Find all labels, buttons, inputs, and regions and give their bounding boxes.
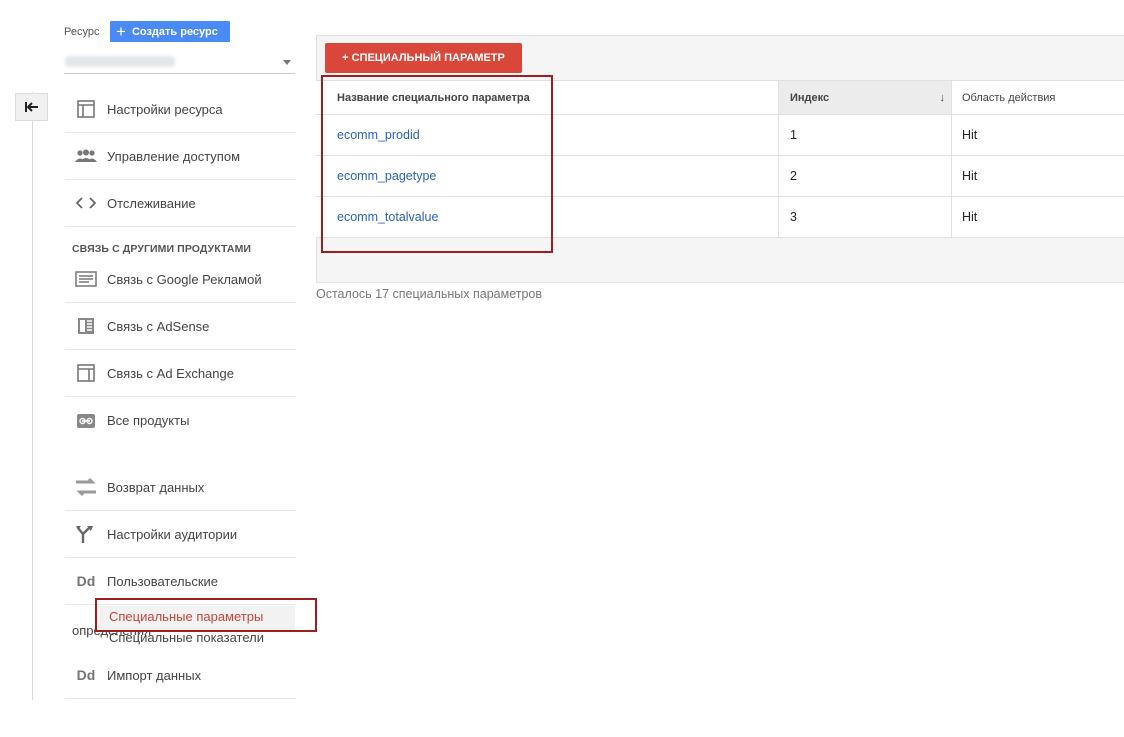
dimension-index: 3 xyxy=(779,197,952,237)
sidebar-label: Управление доступом xyxy=(107,148,241,164)
column-header-label: Индекс xyxy=(790,91,830,104)
create-property-label: Создать ресурс xyxy=(131,25,218,38)
plus-icon: + xyxy=(116,22,126,41)
sidebar-label: Все продукты xyxy=(107,413,190,428)
chevron-down-icon xyxy=(283,60,291,65)
sidebar-label: Связь с Google Рекламой xyxy=(107,271,262,287)
sidebar-item-access-management[interactable]: Управление доступом xyxy=(65,133,296,180)
sidebar-label: Возврат данных xyxy=(107,479,205,495)
rail-divider xyxy=(32,92,33,700)
sidebar-item-ad-exchange[interactable]: Связь с Ad Exchange xyxy=(65,350,296,397)
dd-icon: Dd xyxy=(76,667,96,683)
add-custom-dimension-button[interactable]: + СПЕЦИАЛЬНЫЙ ПАРАМЕТР xyxy=(325,43,522,73)
back-arrow-icon xyxy=(24,102,38,112)
sidebar-label: Связь с AdSense xyxy=(107,318,210,334)
column-header-index[interactable]: Индекс ↓ xyxy=(779,81,952,114)
sidebar-item-adsense[interactable]: Связь с AdSense xyxy=(65,303,296,350)
property-name-redacted xyxy=(65,56,175,67)
sidebar-label: Связь с Ad Exchange xyxy=(107,365,234,381)
fork-icon xyxy=(65,524,107,544)
adsense-icon xyxy=(65,317,107,335)
sidebar-item-data-return[interactable]: Возврат данных xyxy=(65,464,296,511)
back-button[interactable] xyxy=(15,93,48,121)
sidebar-item-all-products[interactable]: Все продукты xyxy=(65,397,296,444)
sidebar-item-resource-settings[interactable]: Настройки ресурса xyxy=(65,86,296,133)
layout-icon xyxy=(65,364,107,382)
highlight-annotation-box xyxy=(321,75,553,253)
remaining-count-text: Осталось 17 специальных параметров xyxy=(316,287,543,301)
dimension-index: 2 xyxy=(779,156,952,196)
sidebar-item-data-import[interactable]: Dd Импорт данных xyxy=(65,652,296,699)
sidebar-item-audience-settings[interactable]: Настройки аудитории xyxy=(65,511,296,558)
column-header-scope[interactable]: Область действия xyxy=(952,81,1124,114)
sidebar-label: Настройки аудитории xyxy=(107,526,238,542)
create-property-button[interactable]: + Создать ресурс xyxy=(110,21,230,42)
sidebar-label: Пользовательские xyxy=(107,573,219,589)
layout-icon xyxy=(65,100,107,118)
sidebar-label: Настройки ресурса xyxy=(107,101,223,117)
property-selector[interactable] xyxy=(64,52,295,74)
section-heading-linking: СВЯЗЬ С ДРУГИМИ ПРОДУКТАМИ xyxy=(72,243,252,255)
people-icon xyxy=(65,149,107,163)
link-icon xyxy=(65,413,107,429)
sort-arrow-icon: ↓ xyxy=(939,91,946,104)
highlight-annotation-box xyxy=(95,598,317,632)
dimension-scope: Hit xyxy=(962,128,978,142)
ads-icon xyxy=(65,271,107,287)
swap-icon xyxy=(65,476,107,498)
dimension-scope: Hit xyxy=(962,169,978,183)
sidebar-label: Отслеживание xyxy=(107,195,196,211)
sidebar-subitem-custom-metrics[interactable]: Специальные показатели xyxy=(109,630,264,645)
dd-icon: Dd xyxy=(76,573,96,589)
sidebar-item-google-ads[interactable]: Связь с Google Рекламой xyxy=(65,256,296,303)
dimension-index: 1 xyxy=(779,115,952,155)
property-label: Ресурс xyxy=(64,26,100,38)
sidebar-item-tracking[interactable]: Отслеживание xyxy=(65,180,296,227)
sidebar-label: Импорт данных xyxy=(107,667,202,683)
dimension-scope: Hit xyxy=(962,210,978,224)
code-icon xyxy=(65,196,107,210)
